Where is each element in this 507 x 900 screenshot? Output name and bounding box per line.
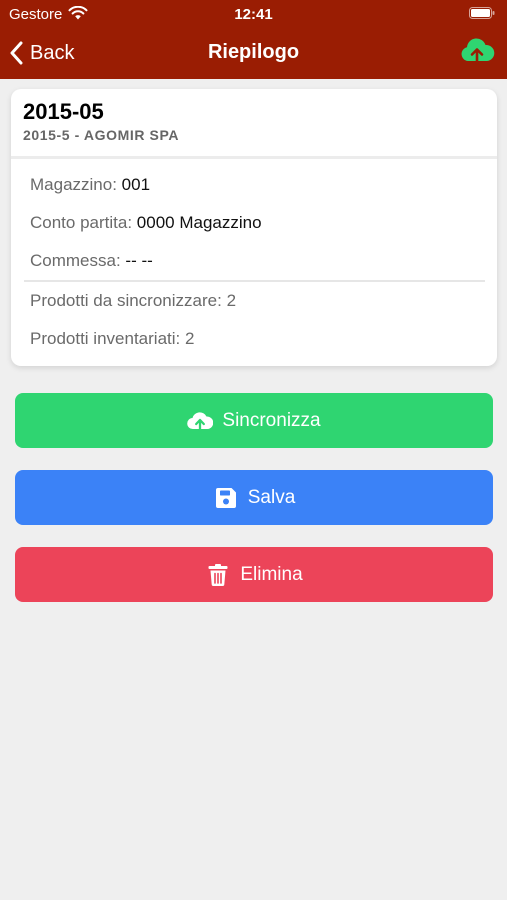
row-prodotti-sync: Prodotti da sincronizzare: 2 <box>30 291 236 311</box>
delete-button[interactable]: Elimina <box>15 547 493 602</box>
commessa-label: Commessa: <box>30 251 121 270</box>
save-button[interactable]: Salva <box>15 470 493 525</box>
row-magazzino: Magazzino: 001 <box>30 175 150 195</box>
cloud-upload-icon[interactable] <box>459 36 495 66</box>
header: Gestore 12:41 Back Riepilogo <box>0 0 507 79</box>
sync-button[interactable]: Sincronizza <box>15 393 493 448</box>
card-header: 2015-05 2015-5 - AGOMIR SPA <box>11 89 497 156</box>
navigation-bar: Back Riepilogo <box>0 30 507 76</box>
prodotti-inv-value: 2 <box>184 329 195 348</box>
cloud-upload-icon <box>187 411 214 432</box>
magazzino-value: 001 <box>121 175 151 194</box>
row-commessa: Commessa: -- -- <box>30 251 153 271</box>
row-conto-partita: Conto partita: 0000 Magazzino <box>30 213 262 233</box>
row-prodotti-inventariati: Prodotti inventariati: 2 <box>30 329 194 349</box>
section-divider <box>24 280 485 282</box>
clock: 12:41 <box>234 6 273 23</box>
summary-card: 2015-05 2015-5 - AGOMIR SPA Magazzino: 0… <box>11 89 497 366</box>
battery-icon <box>469 7 495 19</box>
prodotti-sync-value: 2 <box>226 291 237 310</box>
delete-label: Elimina <box>240 563 303 585</box>
document-code: 2015-05 <box>23 99 104 124</box>
status-bar: Gestore 12:41 <box>0 0 507 28</box>
sync-label: Sincronizza <box>222 409 321 431</box>
document-subtitle: 2015-5 - AGOMIR SPA <box>23 127 180 143</box>
trash-icon <box>208 563 228 586</box>
magazzino-label: Magazzino: <box>30 175 117 194</box>
floppy-disk-icon <box>215 487 236 508</box>
save-label: Salva <box>247 486 296 508</box>
conto-value: 0000 Magazzino <box>136 213 262 232</box>
conto-label: Conto partita: <box>30 213 133 232</box>
commessa-value: -- -- <box>125 251 153 270</box>
prodotti-inv-label: Prodotti inventariati: <box>30 329 181 348</box>
page-title: Riepilogo <box>207 41 300 63</box>
prodotti-sync-label: Prodotti da sincronizzare: <box>30 291 222 310</box>
header-divider <box>11 156 497 159</box>
